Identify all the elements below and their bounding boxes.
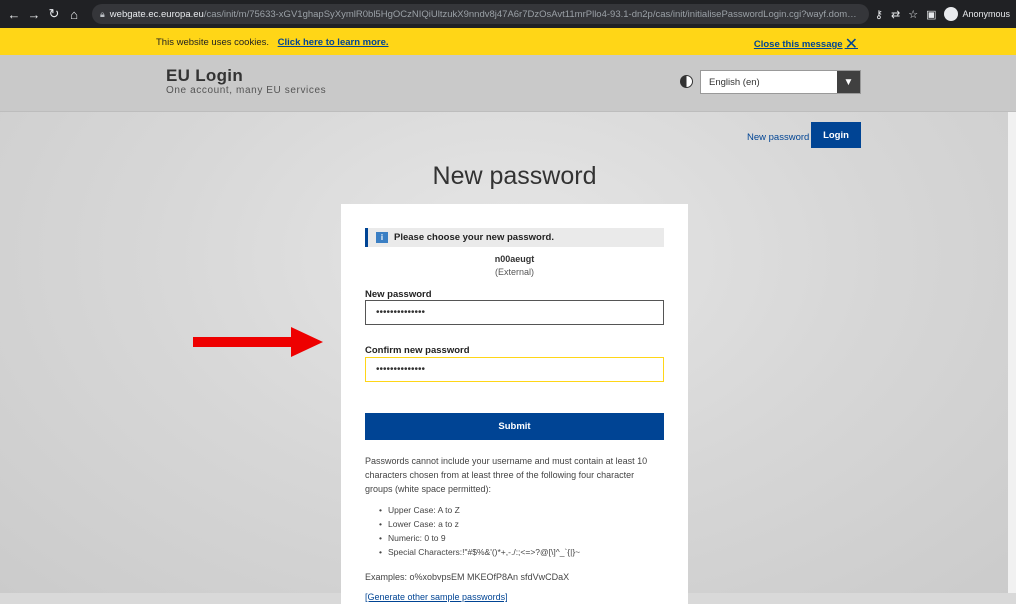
chevron-down-icon[interactable]: ▼ <box>837 71 860 93</box>
lock-icon: 🔒︎ <box>100 8 105 19</box>
new-password-link[interactable]: New password <box>747 132 809 143</box>
username: n00aeugt <box>494 254 535 264</box>
confirm-password-input[interactable]: •••••••••••••• <box>365 357 664 382</box>
list-item: Upper Case: A to Z <box>379 503 580 517</box>
info-text: Please choose your new password. <box>394 232 554 243</box>
site-subtitle: One account, many EU services <box>166 85 327 96</box>
forward-icon[interactable]: → <box>26 6 42 22</box>
info-message: i Please choose your new password. <box>365 228 664 247</box>
list-item: Special Characters:!"#$%&'()*+,-./:;<=>?… <box>379 545 580 559</box>
incognito-icon <box>944 7 959 21</box>
password-examples: Examples: o%xobvpsEM MKEOfP8An sfdVwCDaX <box>365 572 570 582</box>
list-item: Lower Case: a to z <box>379 517 580 531</box>
cookie-banner: This website uses cookies. Click here to… <box>0 28 1016 55</box>
url-domain: webgate.ec.europa.eu <box>109 8 204 20</box>
list-item: Numeric: 0 to 9 <box>379 531 580 545</box>
contrast-icon[interactable] <box>680 75 693 88</box>
browser-toolbar: ← → ↻ ⌂ 🔒︎ webgate.ec.europa.eu /cas/ini… <box>0 0 1016 28</box>
site-header: EU Login One account, many EU services E… <box>0 55 1016 112</box>
reload-icon[interactable]: ↻ <box>46 6 62 22</box>
language-value: English (en) <box>709 77 760 88</box>
home-icon[interactable]: ⌂ <box>66 6 82 22</box>
confirm-password-label: Confirm new password <box>365 345 470 356</box>
translate-icon[interactable]: ⇄ <box>891 8 900 21</box>
site-title: EU Login <box>166 66 243 85</box>
cookie-message: This website uses cookies. <box>156 37 269 48</box>
password-rules-list: Upper Case: A to Z Lower Case: a to z Nu… <box>379 503 580 559</box>
main-content: New password Login New password i Please… <box>0 112 1016 604</box>
star-icon[interactable]: ☆ <box>908 8 918 21</box>
back-icon[interactable]: ← <box>6 6 22 22</box>
profile-button[interactable]: Anonymous <box>944 7 1010 21</box>
address-bar[interactable]: 🔒︎ webgate.ec.europa.eu /cas/init/m/7563… <box>92 4 869 24</box>
new-password-input[interactable]: •••••••••••••• <box>365 300 664 325</box>
scrollbar[interactable] <box>1008 112 1016 593</box>
cookie-learn-more-link[interactable]: Click here to learn more. <box>278 37 389 48</box>
user-type: (External) <box>494 267 534 277</box>
cookie-close-button[interactable]: Close this message ✕ <box>754 34 858 54</box>
info-icon: i <box>376 232 388 243</box>
password-form-card: i Please choose your new password. n00ae… <box>341 204 688 604</box>
login-button[interactable]: Login <box>811 122 861 148</box>
profile-label: Anonymous <box>962 9 1010 19</box>
key-icon[interactable]: ⚷ <box>875 8 883 21</box>
red-arrow-annotation <box>193 327 323 357</box>
generate-passwords-link[interactable]: [Generate other sample passwords] <box>365 592 508 602</box>
close-icon: ✕ <box>844 36 858 53</box>
cookie-close-label: Close this message <box>753 39 843 50</box>
sidebar-icon[interactable]: ▣ <box>926 8 936 21</box>
page-title: New password <box>432 162 597 190</box>
url-path: /cas/init/m/75633-xGV1ghapSyXymlR0bl5HgO… <box>203 8 861 20</box>
submit-button[interactable]: Submit <box>365 413 664 440</box>
language-select[interactable]: English (en) ▼ <box>700 70 861 94</box>
password-rules-text: Passwords cannot include your username a… <box>365 456 648 494</box>
new-password-label: New password <box>365 289 432 300</box>
